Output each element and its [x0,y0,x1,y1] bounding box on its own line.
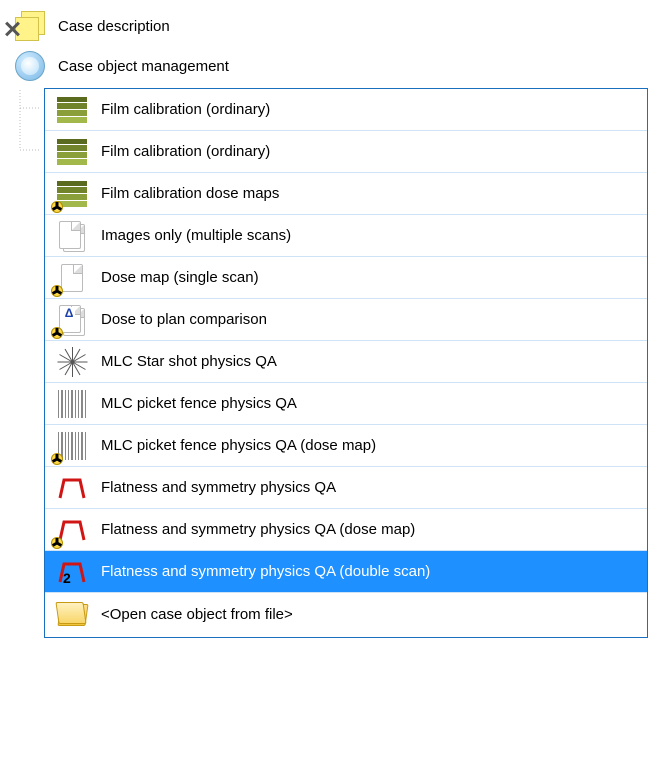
case-object-item-label: Flatness and symmetry physics QA (double… [89,563,430,580]
close-x-icon [2,20,20,38]
case-object-item[interactable]: Film calibration (ordinary) [45,89,647,131]
case-object-item[interactable]: Flatness and symmetry physics QA (dose m… [45,509,647,551]
flatsym-icon [55,513,89,547]
case-object-management-label: Case object management [50,58,229,75]
fence-icon [55,387,89,421]
case-object-item[interactable]: Flatness and symmetry physics QA [45,467,647,509]
case-object-item[interactable]: Film calibration (ordinary) [45,131,647,173]
doc-stack-icon [55,219,89,253]
case-object-item[interactable]: <Open case object from file> [45,593,647,635]
case-object-item[interactable]: MLC picket fence physics QA [45,383,647,425]
flatsym-icon [55,471,89,505]
case-object-item[interactable]: ΔDose to plan comparison [45,299,647,341]
sticky-note-icon [10,8,50,44]
case-object-item[interactable]: Images only (multiple scans) [45,215,647,257]
doc-stack-delta-icon: Δ [55,303,89,337]
case-object-item-label: MLC picket fence physics QA (dose map) [89,437,376,454]
flatsym2-icon: 2 [55,555,89,589]
case-object-management-node[interactable]: Case object management [4,46,648,86]
doc-icon [55,261,89,295]
case-description-node[interactable]: Case description [4,6,648,46]
case-object-item-label: Flatness and symmetry physics QA [89,479,336,496]
starshot-icon [55,345,89,379]
case-object-item[interactable]: MLC Star shot physics QA [45,341,647,383]
case-description-label: Case description [50,18,170,35]
case-object-item[interactable]: Dose map (single scan) [45,257,647,299]
film-icon [55,177,89,211]
gear-icon [10,48,50,84]
case-object-item-label: Flatness and symmetry physics QA (dose m… [89,521,415,538]
case-object-item[interactable]: MLC picket fence physics QA (dose map) [45,425,647,467]
case-object-item[interactable]: 2Flatness and symmetry physics QA (doubl… [45,551,647,593]
case-object-item-label: Dose map (single scan) [89,269,259,286]
case-object-item-label: Film calibration dose maps [89,185,279,202]
film-icon [55,135,89,169]
film-icon [55,93,89,127]
case-object-item-label: MLC Star shot physics QA [89,353,277,370]
case-object-item-label: Film calibration (ordinary) [89,101,270,118]
case-object-item[interactable]: Film calibration dose maps [45,173,647,215]
case-object-list: Film calibration (ordinary) Film calibrat… [44,88,648,638]
folder-icon [55,597,89,631]
fence-icon [55,429,89,463]
tree-connector [16,90,44,170]
case-object-item-label: <Open case object from file> [89,606,293,623]
case-object-item-label: Images only (multiple scans) [89,227,291,244]
case-object-item-label: MLC picket fence physics QA [89,395,297,412]
case-object-item-label: Film calibration (ordinary) [89,143,270,160]
case-object-item-label: Dose to plan comparison [89,311,267,328]
tree-root: Case description Case object management … [4,6,648,638]
